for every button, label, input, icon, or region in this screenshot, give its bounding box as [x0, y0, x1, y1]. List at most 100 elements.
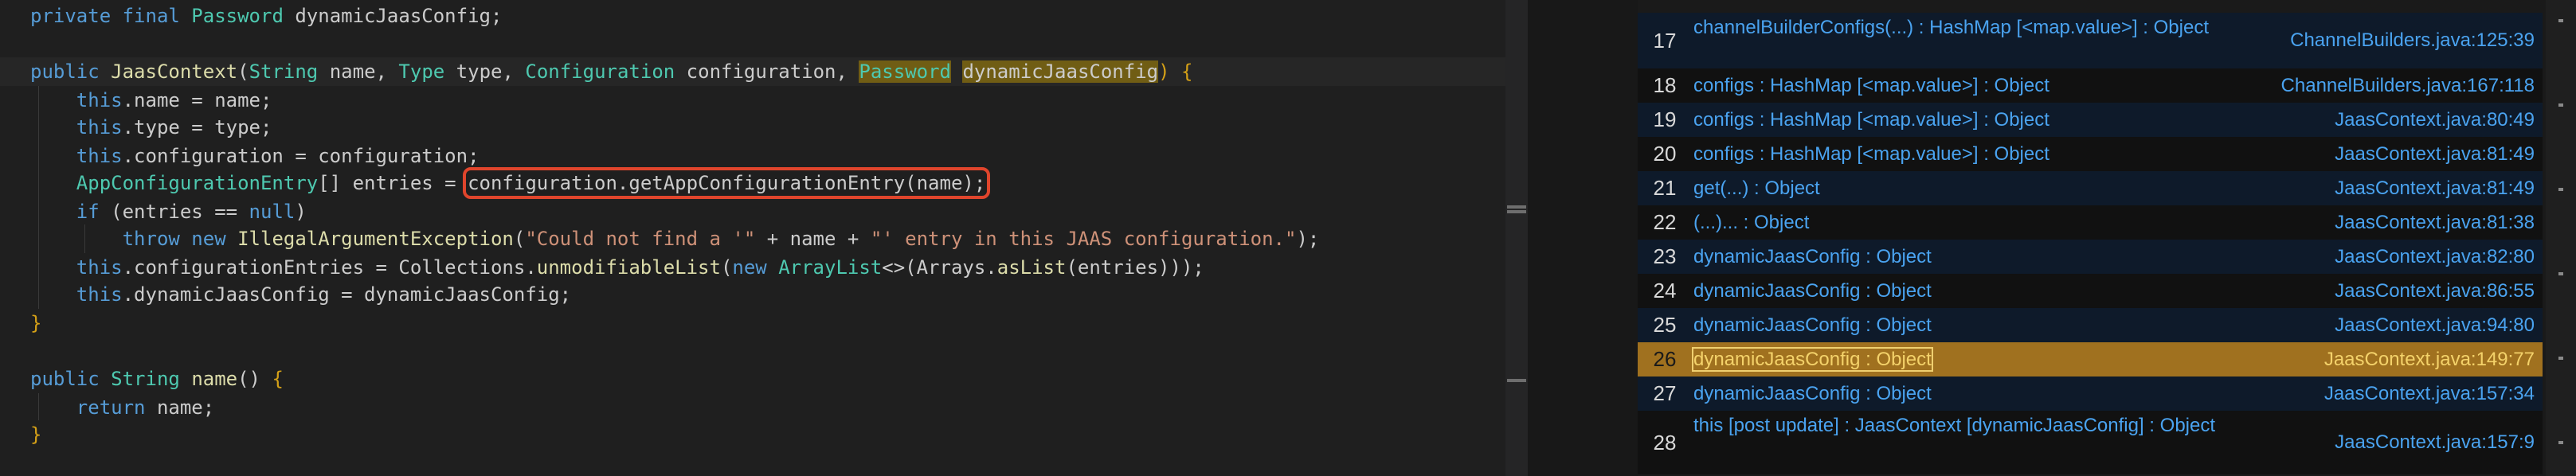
step-location-link[interactable]: JaasContext.java:81:49 [2335, 142, 2535, 166]
scrollbar-marker [2558, 357, 2563, 360]
dataflow-step-row[interactable]: 19 configs : HashMap [<map.value>] : Obje… [1638, 103, 2543, 137]
step-location-link[interactable]: JaasContext.java:80:49 [2335, 108, 2535, 132]
code-token: this [76, 256, 123, 279]
code-line-name-sig[interactable]: public String name() { [0, 365, 1505, 393]
code-line-blank-1[interactable] [0, 30, 1505, 59]
code-token: name [191, 368, 238, 390]
code-token: new [732, 256, 779, 279]
code-token: String [249, 60, 319, 83]
step-location-link[interactable]: ChannelBuilders.java:167:118 [2281, 74, 2535, 98]
step-label-text: dynamicJaasConfig : Object [1693, 245, 1932, 267]
code-line-config-entries[interactable]: this.configurationEntries = Collections.… [0, 253, 1505, 282]
step-label-link[interactable]: dynamicJaasConfig : Object [1692, 346, 2299, 372]
step-number: 28 [1653, 431, 1677, 455]
code-token: Type [398, 60, 445, 83]
step-label-link[interactable]: dynamicJaasConfig : Object [1693, 382, 2299, 406]
dataflow-step-row[interactable]: 25 dynamicJaasConfig : Object JaasContext.… [1638, 308, 2543, 342]
dataflow-step-row[interactable]: 20 configs : HashMap [<map.value>] : Obje… [1638, 137, 2543, 171]
dataflow-step-row[interactable]: 22 (...)... : Object JaasContext.java:81:3… [1638, 205, 2543, 240]
dataflow-step-row[interactable]: 28 this [post update] : JaasContext [dyna… [1638, 411, 2543, 474]
code-editor[interactable]: private final Password dynamicJaasConfig… [0, 0, 1505, 476]
code-token: { [272, 368, 284, 390]
step-location-link[interactable]: JaasContext.java:86:55 [2335, 279, 2535, 303]
code-token: } [30, 423, 42, 446]
code-line-entries-decl[interactable]: AppConfigurationEntry[] entries = config… [0, 167, 1505, 199]
code-line-field-decl[interactable]: private final Password dynamicJaasConfig… [0, 2, 1505, 30]
step-location-link[interactable]: JaasContext.java:157:34 [2324, 382, 2535, 406]
code-token: this [76, 145, 123, 167]
code-token: <>(Arrays. [882, 256, 997, 279]
step-label-link[interactable]: channelBuilderConfigs(...) : HashMap [<m… [1693, 16, 2299, 40]
dataflow-step-row[interactable]: 23 dynamicJaasConfig : Object JaasContext.… [1638, 240, 2543, 274]
step-label-link[interactable]: (...)... : Object [1693, 211, 2299, 235]
step-label-text: (...)... : Object [1693, 211, 1810, 233]
code-token: "Could not find a '" [525, 228, 756, 250]
code-token: public [30, 60, 112, 83]
editor-scrollbar[interactable] [1505, 0, 1528, 476]
step-location-link[interactable]: JaasContext.java:149:77 [2324, 348, 2535, 372]
step-location-link[interactable]: JaasContext.java:82:80 [2335, 245, 2535, 269]
code-line-close-ctor[interactable]: } [0, 309, 1505, 337]
scrollbar-marker [1507, 210, 1526, 213]
step-label-link[interactable]: this [post update] : JaasContext [dynami… [1693, 414, 2299, 438]
code-token: JaasContext [111, 60, 238, 83]
indent-guide [84, 224, 85, 253]
step-location-link[interactable]: JaasContext.java:81:38 [2335, 211, 2535, 235]
scrollbar-marker [2558, 103, 2563, 107]
code-line-return-name[interactable]: return name; [0, 393, 1505, 422]
step-number: 26 [1653, 347, 1677, 371]
step-label-text: get(...) : Object [1693, 177, 1820, 199]
step-location-link[interactable]: ChannelBuilders.java:125:39 [2290, 29, 2535, 53]
step-location-link[interactable]: JaasContext.java:81:49 [2335, 177, 2535, 201]
code-token: private final [30, 5, 192, 27]
dataflow-step-row[interactable]: 27 dynamicJaasConfig : Object JaasContext.… [1638, 377, 2543, 411]
step-number: 25 [1653, 313, 1677, 337]
step-label-link[interactable]: configs : HashMap [<map.value>] : Object [1693, 142, 2299, 166]
step-label-text: dynamicJaasConfig : Object [1693, 382, 1932, 404]
dataflow-step-row[interactable]: 24 dynamicJaasConfig : Object JaasContext.… [1638, 274, 2543, 308]
code-line-assign-name[interactable]: this.name = name; [0, 86, 1505, 115]
code-line-assign-type[interactable]: this.type = type; [0, 113, 1505, 142]
code-token: ( [513, 228, 526, 250]
step-location-link[interactable]: JaasContext.java:94:80 [2335, 314, 2535, 337]
step-label-link[interactable]: dynamicJaasConfig : Object [1693, 279, 2299, 303]
code-line-if-null[interactable]: if (entries == null) [0, 197, 1505, 226]
code-line-blank-2[interactable] [0, 337, 1505, 366]
step-location-link[interactable]: JaasContext.java:157:9 [2335, 431, 2535, 455]
code-token: "' entry in this JAAS configuration." [870, 228, 1297, 250]
step-label-link[interactable]: dynamicJaasConfig : Object [1693, 314, 2299, 337]
dataflow-step-row[interactable]: 17 channelBuilderConfigs(...) : HashMap [… [1638, 13, 2543, 68]
step-number: 27 [1653, 381, 1677, 405]
step-label-link[interactable]: get(...) : Object [1693, 177, 2299, 201]
code-token: name, [318, 60, 399, 83]
step-label-text: dynamicJaasConfig : Object [1692, 346, 1933, 372]
code-token: null [249, 201, 296, 223]
code-line-assign-config[interactable]: this.configuration = configuration; [0, 142, 1505, 170]
scrollbar-marker [1507, 379, 1526, 382]
code-line-close-name[interactable]: } [0, 420, 1505, 449]
scrollbar-marker [2558, 272, 2563, 275]
code-token: dynamicJaasConfig; [283, 5, 503, 27]
panel-scrollbar[interactable] [2546, 0, 2576, 476]
dataflow-step-row[interactable]: 21 get(...) : Object JaasContext.java:81:4… [1638, 171, 2543, 205]
step-label-text: dynamicJaasConfig : Object [1693, 314, 1932, 336]
code-line-assign-dynamic[interactable]: this.dynamicJaasConfig = dynamicJaasConf… [0, 280, 1505, 309]
step-label-link[interactable]: configs : HashMap [<map.value>] : Object [1693, 74, 2299, 98]
code-line-throw[interactable]: throw new IllegalArgumentException("Coul… [0, 224, 1505, 253]
step-label-text: dynamicJaasConfig : Object [1693, 279, 1932, 302]
step-label-link[interactable]: dynamicJaasConfig : Object [1693, 245, 2299, 269]
step-label-text: configs : HashMap [<map.value>] : Object [1693, 142, 2049, 165]
step-label-link[interactable]: configs : HashMap [<map.value>] : Object [1693, 108, 2299, 132]
step-number: 20 [1653, 142, 1677, 166]
step-number: 22 [1653, 210, 1677, 234]
dataflow-step-list: 17 channelBuilderConfigs(...) : HashMap [… [1638, 0, 2546, 476]
dataflow-step-row[interactable]: 26 dynamicJaasConfig : Object JaasContext.… [1638, 342, 2543, 377]
dataflow-step-row[interactable]: 18 configs : HashMap [<map.value>] : Obje… [1638, 68, 2543, 103]
code-token: + name + [755, 228, 871, 250]
code-line-ctor-sig[interactable]: public JaasContext(String name, Type typ… [0, 57, 1505, 86]
